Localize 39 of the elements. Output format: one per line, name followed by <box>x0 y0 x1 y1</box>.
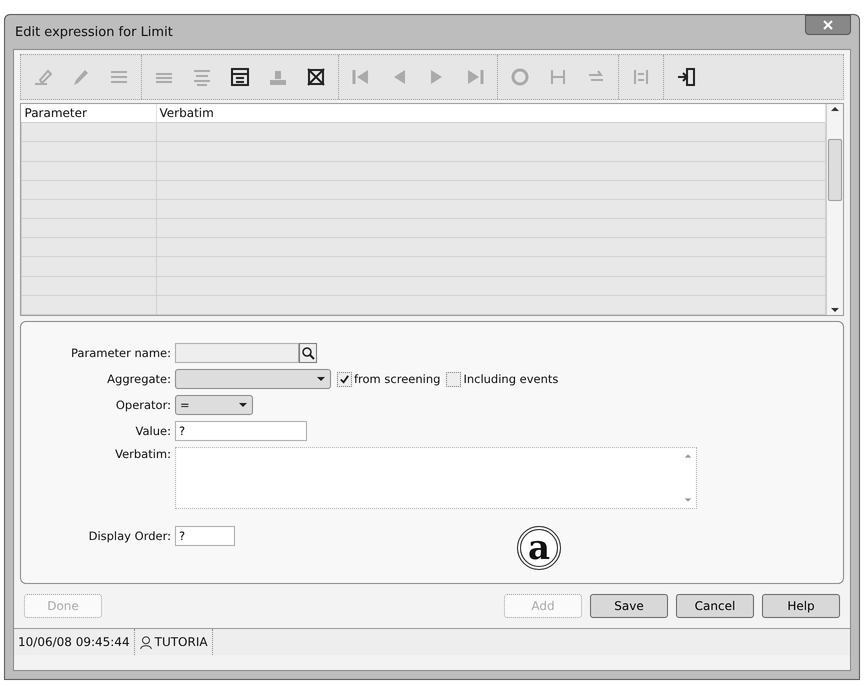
crossed-form-icon <box>305 66 327 88</box>
field-label: Aggregate: <box>106 372 172 386</box>
button[interactable]: Help <box>762 594 840 618</box>
up-arrow-icon <box>830 104 840 114</box>
close-icon <box>822 19 834 31</box>
down-arrow-icon <box>830 305 840 315</box>
dropdown[interactable] <box>175 369 331 389</box>
checkbox-label: Including events <box>463 372 558 386</box>
user-icon <box>138 635 153 649</box>
field-label: Parameter name: <box>70 346 172 360</box>
checkbox[interactable] <box>446 372 462 386</box>
field-label: Display Order: <box>88 529 172 543</box>
text-area[interactable] <box>175 447 697 509</box>
form-icon <box>229 66 251 88</box>
up-arrow-icon <box>684 452 692 460</box>
exit-icon <box>675 66 697 88</box>
window-title: Edit expression for Limit <box>14 24 173 40</box>
caret-icon <box>238 400 248 410</box>
text-field[interactable]: ? <box>175 421 307 441</box>
text-field[interactable] <box>175 343 299 363</box>
button[interactable]: Save <box>590 594 668 618</box>
search-button[interactable] <box>299 343 317 363</box>
checkbox-label: from screening <box>354 372 440 386</box>
button[interactable]: Cancel <box>676 594 754 618</box>
checkbox[interactable] <box>337 372 352 386</box>
caret-icon <box>316 374 326 384</box>
scrollbar[interactable] <box>826 104 843 315</box>
callout-marker: a <box>517 526 561 570</box>
status-datetime: 10/06/08 09:45:44 <box>14 629 135 655</box>
status-user: TUTORIA <box>134 629 213 655</box>
field-label: Operator: <box>114 398 172 412</box>
scrollbar-thumb[interactable] <box>828 138 842 200</box>
field-label: Verbatim: <box>114 447 172 461</box>
close-button[interactable] <box>805 15 851 35</box>
search-icon <box>301 346 315 360</box>
dropdown[interactable]: = <box>175 395 253 415</box>
field-label: Value: <box>134 424 172 438</box>
down-arrow-icon <box>684 496 692 504</box>
text-field[interactable]: ? <box>175 526 235 546</box>
